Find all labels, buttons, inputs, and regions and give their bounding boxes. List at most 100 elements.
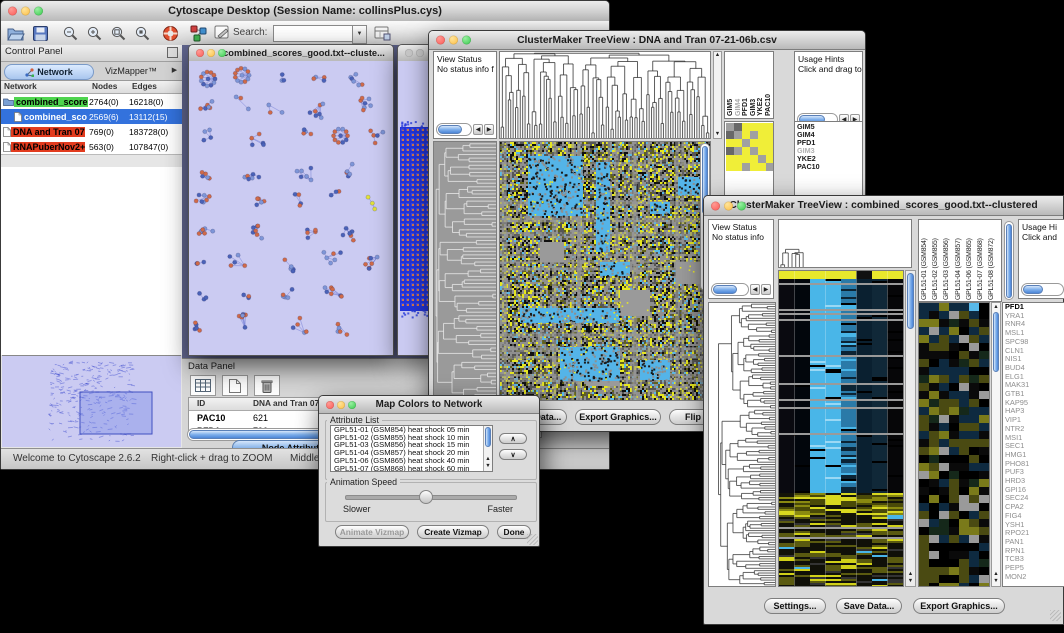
zoom-fit-icon[interactable] [107,23,129,43]
network-canvas[interactable] [189,61,393,355]
network-list-row[interactable]: combined_sco2569(6)13112(15) [1,109,182,124]
treeview2-zoom-heatmap[interactable] [918,302,990,587]
network-list-row[interactable]: RNAPuberNov2+563(0)107847(0) [1,139,182,154]
main-title-bar[interactable]: Cytoscape Desktop (Session Name: collins… [1,1,609,22]
treeview2-row-dendrogram[interactable] [708,302,776,587]
close-icon[interactable] [711,201,720,210]
network-table-header[interactable]: Network Nodes Edges [1,81,182,94]
treeview1-col-scrollbar[interactable]: ▲ ▼ [713,51,722,139]
scroll-right-icon[interactable]: ▶ [484,124,494,135]
treeview2-export-graphics-button[interactable]: Export Graphics... [913,598,1005,614]
network-list-row[interactable]: combined_scores2764(0)16218(0) [1,94,182,109]
scroll-right-icon[interactable]: ▶ [761,284,771,295]
network-view-title-bar[interactable]: combined_scores_good.txt--cluste... [189,45,393,62]
zoom-window-icon[interactable] [34,7,43,16]
window-controls[interactable] [8,7,43,16]
annotation-icon[interactable] [211,23,233,43]
treeview1-row-dendrogram[interactable] [433,141,497,401]
treeview1-column-dendrogram[interactable] [499,51,711,139]
save-icon[interactable] [29,23,51,43]
treeview1-title-bar[interactable]: ClusterMaker TreeView : DNA and Tran 07-… [429,31,865,50]
minimize-icon[interactable] [416,49,424,57]
gene-list-item[interactable]: MON2 [1003,573,1064,582]
network-overview-panel[interactable] [2,355,181,448]
search-input[interactable] [273,25,353,42]
close-icon[interactable] [8,7,17,16]
treeview2-heatmap-vscrollbar[interactable]: ▲ ▼ [905,270,916,587]
scroll-left-icon[interactable]: ◀ [750,284,760,295]
treeview1-status-scrollbar[interactable]: ◀▶ [436,123,494,136]
treeview2-genes-scrollbar[interactable]: ▲ ▲ ▼ [991,302,1001,587]
treeview2-save-data-button[interactable]: Save Data... [836,598,902,614]
attribute-list-scrollbar[interactable]: ▲ ▼ [483,426,492,471]
treeview2-labels-scrollbar[interactable] [1004,221,1014,300]
treeview1-export-graphics-button[interactable]: Export Graphics... [575,409,661,425]
animate-vizmap-button[interactable]: Animate Vizmap [335,525,409,539]
dialog-title-bar[interactable]: Map Colors to Network [319,396,539,414]
new-attribute-icon[interactable] [222,375,248,396]
move-attribute-down-button[interactable]: ∨ [499,449,527,460]
treeview2-title-bar[interactable]: ClusterMaker TreeView : combined_scores_… [704,196,1063,216]
float-panel-icon[interactable] [167,47,178,58]
scroll-up-icon[interactable]: ▲ [992,571,1000,578]
attribute-list-item[interactable]: GPL51-07 (GSM868) heat shock 60 min [331,465,492,472]
scroll-up-icon[interactable]: ▲ [906,571,915,578]
index-card-icon[interactable] [371,23,393,43]
scroll-up-icon[interactable]: ▲ [714,52,721,59]
done-button[interactable]: Done [497,525,531,539]
zoom-window-icon[interactable] [218,49,226,57]
zoom-in-icon[interactable] [83,23,105,43]
minimize-icon[interactable] [207,49,215,57]
treeview2-hints-scrollbar[interactable] [1021,283,1064,296]
minimize-icon[interactable] [337,401,345,409]
col-network[interactable]: Network [1,81,92,93]
resize-grip[interactable] [1050,610,1061,621]
close-icon[interactable] [436,36,445,45]
resize-grip[interactable] [527,534,538,545]
tab-overflow-icon[interactable]: ▶ [169,65,180,77]
zoom-selected-icon[interactable] [131,23,153,43]
open-file-icon[interactable] [5,23,27,43]
attribute-table-icon[interactable] [190,375,216,396]
close-icon[interactable] [196,49,204,57]
close-icon[interactable] [326,401,334,409]
attribute-list[interactable]: GPL51-01 (GSM854) heat shock 05 minGPL51… [330,425,493,472]
scroll-down-icon[interactable]: ▼ [992,578,1000,585]
minimize-icon[interactable] [724,201,733,210]
network-view-2-title-bar[interactable] [398,45,432,62]
vizmapper-icon[interactable] [187,23,209,43]
zoom-window-icon[interactable] [737,201,746,210]
create-vizmap-button[interactable]: Create Vizmap [417,525,489,539]
treeview2-settings-button[interactable]: Settings... [764,598,826,614]
close-icon[interactable] [405,49,413,57]
scroll-down-icon[interactable]: ▼ [906,578,915,585]
treeview2-heatmap[interactable] [778,270,904,587]
col-edges[interactable]: Edges [132,81,157,93]
col-nodes[interactable]: Nodes [92,81,132,93]
minimize-icon[interactable] [21,7,30,16]
animation-speed-slider-thumb[interactable] [419,490,433,504]
treeview2-status-scrollbar[interactable]: ◀▶ [711,283,771,296]
scroll-down-icon[interactable]: ▼ [484,463,492,470]
tab-network[interactable]: Network [4,64,94,80]
network-2-canvas[interactable] [398,61,432,355]
network-list-row[interactable]: DNA and Tran 07769(0)183728(0) [1,124,182,139]
treeview2-gene-list[interactable]: PFD1YRA1RNR4MSL1SPC98CLN1NIS1BUD4ELG1MAK… [1002,302,1064,587]
move-attribute-up-button[interactable]: ∧ [499,433,527,444]
attr-col-id[interactable]: ID [189,398,253,410]
treeview1-heatmap[interactable] [499,141,711,401]
tab-vizmapper[interactable]: VizMapper™ [96,64,166,78]
scroll-up-icon[interactable]: ▲ [484,456,492,463]
treeview2-column-dendrogram[interactable] [778,219,912,268]
zoom-window-icon[interactable] [462,36,471,45]
delete-attribute-icon[interactable] [254,375,280,396]
scroll-down-icon[interactable]: ▼ [714,131,721,138]
zoom-out-icon[interactable] [59,23,81,43]
correlation-matrix[interactable] [726,123,774,171]
scroll-up-icon[interactable]: ▲ [992,304,1000,311]
help-lifering-icon[interactable] [159,23,181,43]
minimize-icon[interactable] [449,36,458,45]
search-dropdown-icon[interactable]: ▼ [352,25,367,44]
zoom-window-icon[interactable] [348,401,356,409]
scroll-left-icon[interactable]: ◀ [473,124,483,135]
